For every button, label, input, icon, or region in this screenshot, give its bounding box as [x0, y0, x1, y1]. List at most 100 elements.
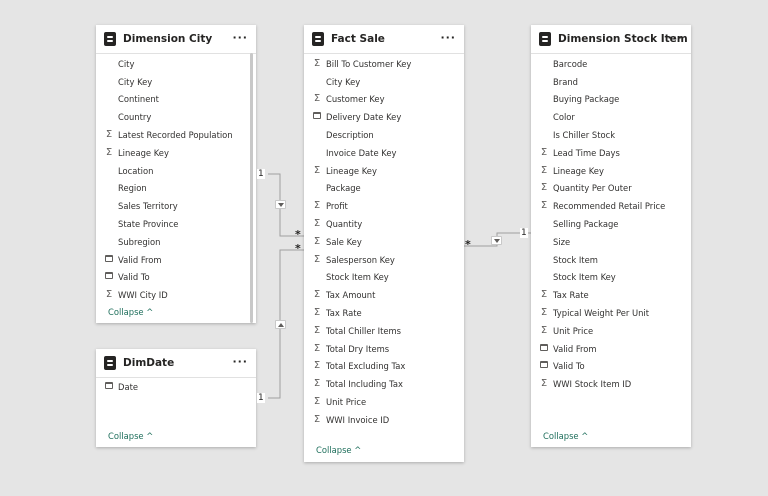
collapse-button[interactable]: Collapse ^: [108, 307, 153, 317]
field-row[interactable]: Buying Package: [531, 91, 691, 109]
field-row[interactable]: Valid From: [531, 340, 691, 358]
field-row[interactable]: Σ Total Dry Items: [304, 340, 464, 358]
field-row[interactable]: City Key: [96, 73, 256, 91]
field-row[interactable]: Country: [96, 108, 256, 126]
field-row[interactable]: Barcode: [531, 55, 691, 73]
cardinality-many-label: *: [295, 228, 301, 241]
relationship-line-date-sale[interactable]: [268, 249, 304, 399]
field-row[interactable]: Σ Lead Time Days: [531, 144, 691, 162]
table-card-dimension-city[interactable]: Dimension City ··· City City Key Continent…: [96, 25, 256, 323]
table-icon: [104, 356, 116, 370]
field-row[interactable]: Is Chiller Stock: [531, 126, 691, 144]
field-name: Description: [326, 130, 374, 141]
table-card-header[interactable]: Dimension Stock Item ···: [531, 25, 691, 54]
table-card-dimension-stock-item[interactable]: Dimension Stock Item ··· Barcode Brand Buy…: [531, 25, 691, 447]
field-row[interactable]: Σ Quantity Per Outer: [531, 180, 691, 198]
field-row[interactable]: Σ Unit Price: [531, 322, 691, 340]
field-row[interactable]: Location: [96, 162, 256, 180]
table-card-fact-sale[interactable]: Fact Sale ··· Σ Bill To Customer Key City …: [304, 25, 464, 462]
crossfilter-direction-arrow[interactable]: [275, 200, 286, 209]
field-row[interactable]: Σ Tax Rate: [304, 304, 464, 322]
field-row[interactable]: Σ Tax Amount: [304, 286, 464, 304]
field-row[interactable]: Σ Recommended Retail Price: [531, 197, 691, 215]
field-name: City Key: [326, 76, 361, 87]
field-row[interactable]: City: [96, 55, 256, 73]
field-row[interactable]: Valid From: [96, 251, 256, 269]
sigma-icon: Σ: [313, 235, 321, 247]
field-row[interactable]: Date: [96, 378, 256, 396]
field-row[interactable]: Continent: [96, 91, 256, 109]
field-row[interactable]: Σ Quantity: [304, 215, 464, 233]
field-name: Lineage Key: [326, 165, 377, 176]
field-row[interactable]: Σ Unit Price: [304, 393, 464, 411]
field-row[interactable]: Σ Salesperson Key: [304, 251, 464, 269]
table-card-header[interactable]: DimDate ···: [96, 349, 256, 378]
field-row[interactable]: Stock Item Key: [531, 269, 691, 287]
more-options-button[interactable]: ···: [440, 31, 456, 45]
crossfilter-direction-arrow[interactable]: [275, 320, 286, 329]
field-row[interactable]: Invoice Date Key: [304, 144, 464, 162]
collapse-button[interactable]: Collapse ^: [543, 431, 588, 441]
sigma-icon: Σ: [313, 342, 321, 354]
collapse-button[interactable]: Collapse ^: [108, 431, 153, 441]
table-card-header[interactable]: Dimension City ···: [96, 25, 256, 54]
relationship-line-city-sale[interactable]: [268, 173, 304, 237]
scrollbar[interactable]: [250, 53, 253, 323]
field-row[interactable]: Σ WWI City ID: [96, 286, 256, 304]
crossfilter-direction-arrow[interactable]: [491, 236, 502, 245]
field-row[interactable]: Σ WWI Stock Item ID: [531, 375, 691, 393]
field-row[interactable]: Σ Tax Rate: [531, 286, 691, 304]
field-row[interactable]: State Province: [96, 215, 256, 233]
field-row[interactable]: Selling Package: [531, 215, 691, 233]
field-row[interactable]: City Key: [304, 73, 464, 91]
more-options-button[interactable]: ···: [232, 355, 248, 369]
field-row[interactable]: Package: [304, 180, 464, 198]
field-row[interactable]: Color: [531, 108, 691, 126]
sigma-icon: Σ: [313, 218, 321, 230]
more-options-button[interactable]: ···: [232, 31, 248, 45]
sigma-icon: Σ: [313, 253, 321, 265]
field-row[interactable]: Size: [531, 233, 691, 251]
field-row[interactable]: Valid To: [96, 269, 256, 287]
field-row[interactable]: Σ Total Excluding Tax: [304, 358, 464, 376]
field-row[interactable]: Description: [304, 126, 464, 144]
field-row[interactable]: Σ Lineage Key: [304, 162, 464, 180]
field-row[interactable]: Σ WWI Invoice ID: [304, 411, 464, 429]
field-name: Color: [553, 112, 575, 123]
sigma-icon: Σ: [313, 413, 321, 425]
field-row[interactable]: Σ Sale Key: [304, 233, 464, 251]
field-name: Quantity: [326, 219, 363, 230]
field-name: Is Chiller Stock: [553, 130, 616, 141]
field-row[interactable]: Σ Lineage Key: [531, 162, 691, 180]
field-row[interactable]: Sales Territory: [96, 197, 256, 215]
field-row[interactable]: Σ Profit: [304, 197, 464, 215]
table-card-header[interactable]: Fact Sale ···: [304, 25, 464, 54]
field-row[interactable]: Σ Total Including Tax: [304, 375, 464, 393]
field-row[interactable]: Σ Typical Weight Per Unit: [531, 304, 691, 322]
field-name: Total Including Tax: [326, 379, 403, 390]
field-row[interactable]: Σ Total Chiller Items: [304, 322, 464, 340]
more-options-button[interactable]: ···: [667, 31, 683, 45]
sigma-icon: Σ: [313, 164, 321, 176]
field-name: Lead Time Days: [553, 147, 620, 158]
field-row[interactable]: Brand: [531, 73, 691, 91]
field-row[interactable]: Delivery Date Key: [304, 108, 464, 126]
chevron-up-icon: [278, 323, 284, 327]
field-row[interactable]: Region: [96, 180, 256, 198]
field-row[interactable]: Subregion: [96, 233, 256, 251]
field-name: Selling Package: [553, 219, 619, 230]
field-row[interactable]: Stock Item Key: [304, 269, 464, 287]
field-name: Customer Key: [326, 94, 385, 105]
field-list: Date: [96, 378, 256, 396]
field-row[interactable]: Valid To: [531, 358, 691, 376]
sigma-icon: Σ: [313, 360, 321, 372]
field-name: Continent: [118, 94, 159, 105]
field-row[interactable]: Σ Lineage Key: [96, 144, 256, 162]
field-name: Tax Amount: [326, 290, 376, 301]
table-card-dimdate[interactable]: DimDate ··· Date Collapse ^: [96, 349, 256, 447]
field-row[interactable]: Stock Item: [531, 251, 691, 269]
field-row[interactable]: Σ Bill To Customer Key: [304, 55, 464, 73]
collapse-button[interactable]: Collapse ^: [316, 445, 361, 455]
field-row[interactable]: Σ Customer Key: [304, 91, 464, 109]
field-row[interactable]: Σ Latest Recorded Population: [96, 126, 256, 144]
